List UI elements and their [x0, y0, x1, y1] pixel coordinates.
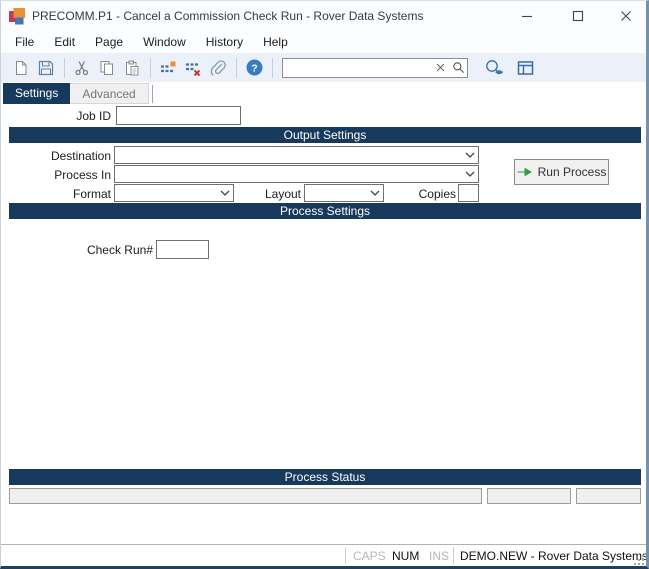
status-field-message: [9, 488, 482, 504]
run-process-label: Run Process: [537, 165, 607, 179]
tab-settings[interactable]: Settings: [3, 83, 71, 104]
menu-page[interactable]: Page: [85, 32, 133, 52]
statusbar-separator: [345, 547, 346, 564]
copies-input[interactable]: [458, 184, 479, 202]
ins-indicator: INS: [429, 549, 450, 563]
chevron-down-icon: [462, 147, 478, 163]
status-field-2: [487, 488, 571, 504]
destination-label: Destination: [50, 149, 111, 163]
search-box: [282, 57, 468, 78]
window-title: PRECOMM.P1 - Cancel a Commission Check R…: [32, 9, 424, 23]
menu-window[interactable]: Window: [133, 32, 196, 52]
connection-label: DEMO.NEW - Rover Data Systems: [460, 549, 649, 563]
app-window: PRECOMM.P1 - Cancel a Commission Check R…: [0, 0, 649, 569]
close-button[interactable]: [605, 1, 646, 31]
menu-bar: File Edit Page Window History Help: [1, 31, 646, 53]
toolbar: ?: [1, 53, 646, 82]
menu-history[interactable]: History: [196, 32, 253, 52]
format-label: Format: [72, 187, 111, 201]
help-icon[interactable]: ?: [242, 56, 266, 80]
search-clear-icon[interactable]: [431, 59, 449, 77]
process-status-header: Process Status: [9, 469, 641, 485]
save-icon[interactable]: [34, 56, 58, 80]
run-arrow-icon: [517, 168, 532, 176]
menu-file[interactable]: File: [5, 32, 44, 52]
check-run-input[interactable]: [156, 240, 209, 259]
toolbar-separator: [272, 57, 273, 78]
process-in-select[interactable]: [114, 165, 479, 183]
format-select[interactable]: [114, 184, 234, 202]
caps-indicator: CAPS: [353, 549, 386, 563]
search-input[interactable]: [283, 59, 431, 76]
chevron-down-icon: [462, 166, 478, 182]
new-document-icon[interactable]: [9, 56, 33, 80]
svg-text:?: ?: [251, 62, 257, 74]
layout-label: Layout: [264, 187, 301, 201]
layout-panel-icon[interactable]: [513, 56, 537, 80]
lookup-icon[interactable]: [482, 56, 506, 80]
search-icon[interactable]: [449, 59, 467, 77]
insert-row-icon[interactable]: [156, 56, 180, 80]
copy-icon[interactable]: [95, 56, 119, 80]
tab-divider: [151, 85, 153, 103]
attachment-icon[interactable]: [206, 56, 230, 80]
menu-edit[interactable]: Edit: [44, 32, 85, 52]
title-bar: PRECOMM.P1 - Cancel a Commission Check R…: [1, 1, 646, 31]
chevron-down-icon: [367, 185, 383, 201]
cut-icon[interactable]: [70, 56, 94, 80]
statusbar-separator: [453, 547, 454, 564]
tab-strip: Settings Advanced: [3, 83, 153, 104]
job-id-label: Job ID: [76, 109, 111, 123]
toolbar-separator: [236, 57, 237, 78]
paste-icon[interactable]: [120, 56, 144, 80]
status-field-3: [576, 488, 641, 504]
toolbar-separator: [64, 57, 65, 78]
process-in-label: Process In: [54, 168, 111, 182]
job-id-input[interactable]: [116, 106, 241, 125]
status-bar: CAPS NUM INS DEMO.NEW - Rover Data Syste…: [1, 545, 649, 566]
app-logo-icon: [9, 8, 26, 25]
menu-help[interactable]: Help: [253, 32, 298, 52]
tab-advanced[interactable]: Advanced: [70, 83, 149, 104]
run-process-button[interactable]: Run Process: [514, 159, 609, 185]
minimize-button[interactable]: [506, 1, 548, 31]
num-indicator: NUM: [392, 549, 420, 563]
delete-row-icon[interactable]: [181, 56, 205, 80]
toolbar-separator: [150, 57, 151, 78]
chevron-down-icon: [217, 185, 233, 201]
check-run-label: Check Run#: [86, 243, 153, 257]
output-settings-header: Output Settings: [9, 127, 641, 143]
resize-grip[interactable]: [632, 553, 645, 566]
maximize-button[interactable]: [557, 1, 599, 31]
layout-select[interactable]: [304, 184, 384, 202]
destination-select[interactable]: [114, 146, 479, 164]
copies-label: Copies: [418, 187, 456, 201]
process-settings-header: Process Settings: [9, 203, 641, 219]
